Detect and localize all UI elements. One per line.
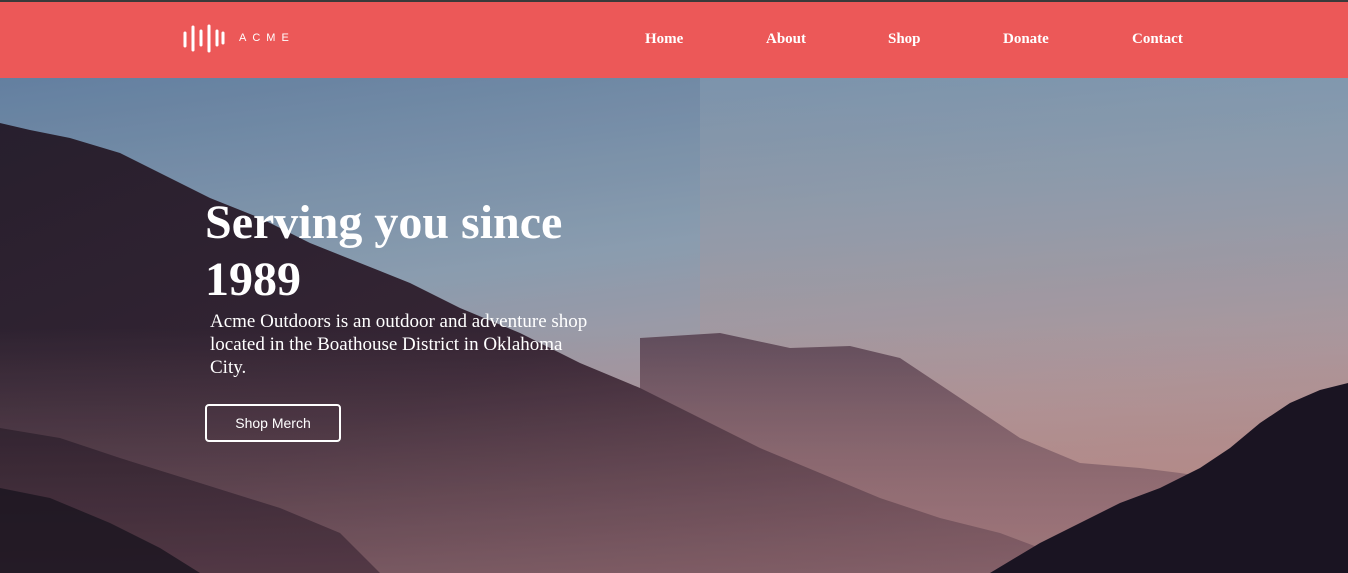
hero-background-image: [0, 78, 1348, 573]
hero-title: Serving you since 1989: [205, 196, 563, 306]
hero-section: Serving you since 1989 Acme Outdoors is …: [0, 78, 1348, 573]
nav-shop[interactable]: Shop: [888, 31, 921, 48]
main-nav: Home About Shop Donate Contact: [0, 2, 1348, 78]
site-header: ACME Home About Shop Donate Contact: [0, 2, 1348, 78]
nav-home[interactable]: Home: [645, 31, 683, 48]
nav-about[interactable]: About: [766, 31, 806, 48]
nav-donate[interactable]: Donate: [1003, 31, 1049, 48]
shop-merch-button[interactable]: Shop Merch: [205, 404, 341, 442]
hero-description: Acme Outdoors is an outdoor and adventur…: [210, 311, 588, 378]
nav-contact[interactable]: Contact: [1132, 31, 1183, 48]
